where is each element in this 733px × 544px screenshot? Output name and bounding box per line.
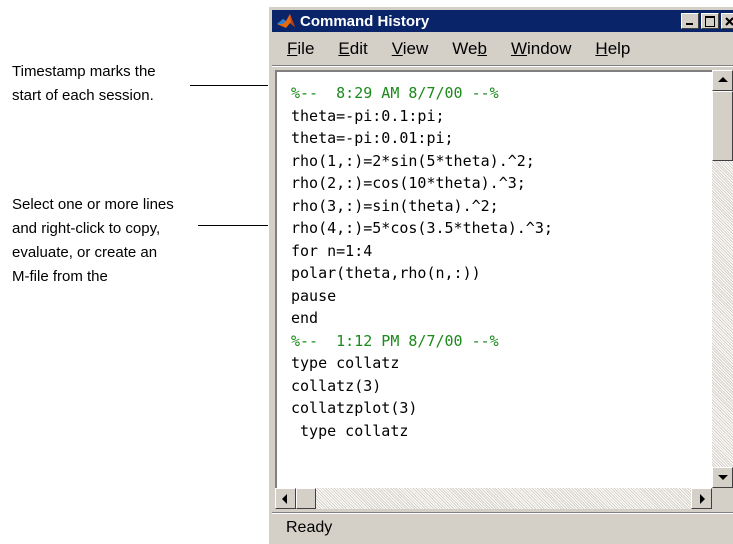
menu-edit[interactable]: Edit <box>326 39 379 59</box>
scroll-left-button[interactable] <box>275 488 296 509</box>
callout-select-line-4: M-file from the <box>12 268 108 285</box>
leader-line-timestamp <box>190 85 280 86</box>
title-bar[interactable]: Command History <box>272 10 733 32</box>
menu-help[interactable]: Help <box>583 39 642 59</box>
menu-window[interactable]: Window <box>499 39 583 59</box>
matlab-logo-icon <box>277 14 295 28</box>
history-line[interactable]: rho(4,:)=5*cos(3.5*theta).^3; <box>291 217 553 240</box>
maximize-icon <box>705 16 715 27</box>
history-line[interactable]: rho(3,:)=sin(theta).^2; <box>291 195 553 218</box>
minimize-icon <box>686 23 693 25</box>
history-lines: %-- 8:29 AM 8/7/00 --% theta=-pi:0.1:pi; t… <box>291 82 553 442</box>
callout-select-line-1: Select one or more lines <box>12 196 174 213</box>
callout-timestamp-line-2: start of each session. <box>12 87 154 104</box>
close-icon <box>725 17 733 26</box>
callout-select: Select one or more lines and right-click… <box>12 193 174 289</box>
history-line[interactable]: type collatz <box>291 352 553 375</box>
minimize-button[interactable] <box>681 13 699 29</box>
history-line[interactable]: rho(1,:)=2*sin(5*theta).^2; <box>291 150 553 173</box>
callout-select-line-2: and right-click to copy, <box>12 220 161 237</box>
maximize-button[interactable] <box>701 13 719 29</box>
callout-timestamp-line-1: Timestamp marks the <box>12 63 156 80</box>
arrow-right-icon <box>700 494 705 504</box>
history-line[interactable]: type collatz <box>291 420 553 443</box>
scroll-right-button[interactable] <box>691 488 712 509</box>
session-timestamp[interactable]: %-- 8:29 AM 8/7/00 --% <box>291 82 553 105</box>
history-line[interactable]: end <box>291 307 553 330</box>
horizontal-scrollbar[interactable] <box>275 488 712 509</box>
history-line[interactable]: for n=1:4 <box>291 240 553 263</box>
horizontal-scroll-thumb[interactable] <box>296 488 316 509</box>
menu-file[interactable]: File <box>272 39 326 59</box>
close-button[interactable] <box>721 13 733 29</box>
vertical-scroll-thumb[interactable] <box>712 91 733 161</box>
history-line[interactable]: theta=-pi:0.01:pi; <box>291 127 553 150</box>
arrow-up-icon <box>718 77 728 82</box>
callout-select-line-3: evaluate, or create an <box>12 244 158 261</box>
callout-timestamp: Timestamp marks the start of each sessio… <box>12 60 156 108</box>
status-separator-highlight <box>272 513 733 514</box>
menu-bar: File Edit View Web Window Help <box>272 35 733 63</box>
history-line[interactable]: rho(2,:)=cos(10*theta).^3; <box>291 172 553 195</box>
scroll-down-button[interactable] <box>712 467 733 488</box>
session-timestamp[interactable]: %-- 1:12 PM 8/7/00 --% <box>291 330 553 353</box>
vertical-scrollbar[interactable] <box>712 70 733 488</box>
status-text: Ready <box>286 519 333 536</box>
menu-web[interactable]: Web <box>440 39 499 59</box>
history-line[interactable]: pause <box>291 285 553 308</box>
history-line[interactable]: polar(theta,rho(n,:)) <box>291 262 553 285</box>
history-line[interactable]: collatzplot(3) <box>291 397 553 420</box>
status-bar: Ready <box>272 515 733 541</box>
command-history-window: Command History File Edit View Web Window Hel… <box>268 6 733 544</box>
arrow-down-icon <box>718 475 728 480</box>
menu-view[interactable]: View <box>380 39 441 59</box>
menu-separator-highlight <box>272 66 733 67</box>
arrow-left-icon <box>282 494 287 504</box>
history-line[interactable]: collatz(3) <box>291 375 553 398</box>
scrollbar-corner <box>712 488 733 509</box>
window-title: Command History <box>300 12 430 30</box>
history-line[interactable]: theta=-pi:0.1:pi; <box>291 105 553 128</box>
scroll-up-button[interactable] <box>712 70 733 91</box>
history-list[interactable]: %-- 8:29 AM 8/7/00 --% theta=-pi:0.1:pi; t… <box>275 70 712 488</box>
